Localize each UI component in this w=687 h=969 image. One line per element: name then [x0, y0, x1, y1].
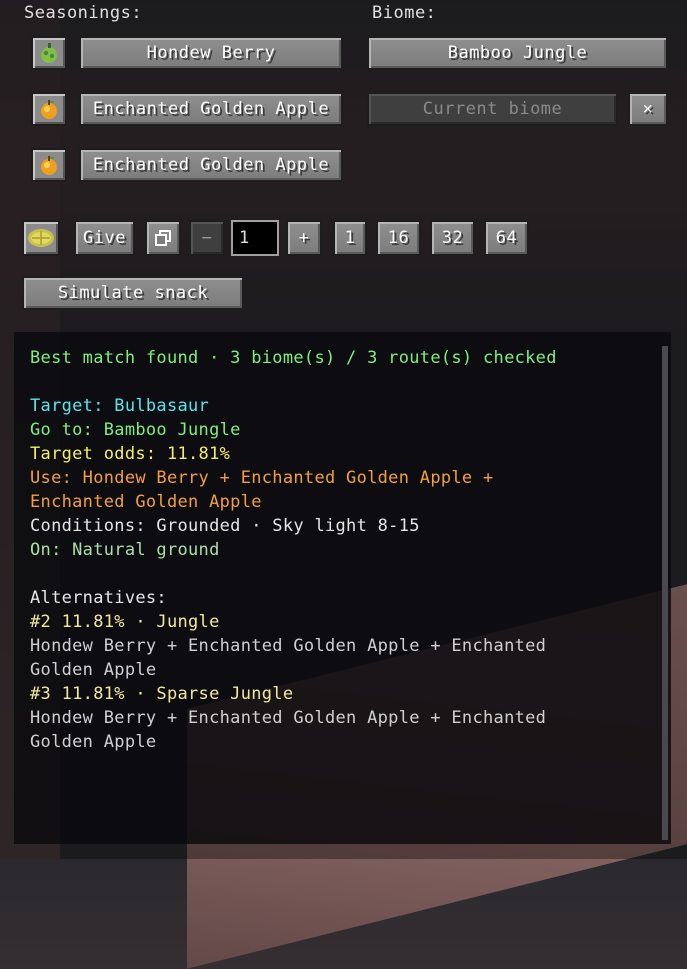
- seasoning-slot-3[interactable]: [31, 148, 67, 182]
- snack-slot[interactable]: [22, 220, 60, 256]
- alternative-header: #2 11.81% · Jungle: [30, 612, 220, 632]
- seasoning-slot-2[interactable]: [31, 92, 67, 126]
- result-target: Target: Bulbasaur: [30, 396, 210, 416]
- alternative-header: #3 11.81% · Sparse Jungle: [30, 684, 294, 704]
- result-odds: Target odds: 11.81%: [30, 444, 231, 464]
- alternatives-label: Alternatives:: [30, 588, 167, 608]
- preset-1-button[interactable]: 1: [333, 220, 367, 256]
- copy-button[interactable]: [145, 220, 181, 256]
- alternative-recipe-line: Golden Apple: [30, 732, 157, 752]
- quantity-input[interactable]: 1: [231, 220, 279, 256]
- biome-select-button[interactable]: Bamboo Jungle: [367, 36, 668, 70]
- give-button[interactable]: Give: [74, 220, 135, 256]
- preset-64-button[interactable]: 64: [484, 220, 529, 256]
- seasoning-slot-1[interactable]: [31, 36, 67, 70]
- seasoning-button-3[interactable]: Enchanted Golden Apple: [79, 148, 343, 182]
- copy-icon: [155, 230, 171, 246]
- biome-label: Biome:: [372, 3, 437, 23]
- result-use-line-1: Use: Hondew Berry + Enchanted Golden App…: [30, 468, 494, 488]
- seasonings-label: Seasonings:: [24, 3, 143, 23]
- result-goto: Go to: Bamboo Jungle: [30, 420, 241, 440]
- alternative-recipe-line: Hondew Berry + Enchanted Golden Apple + …: [30, 708, 547, 728]
- current-biome-button[interactable]: Current biome: [367, 92, 618, 126]
- seasoning-button-2[interactable]: Enchanted Golden Apple: [79, 92, 343, 126]
- golden-apple-icon: [41, 100, 57, 119]
- preset-16-button[interactable]: 16: [376, 220, 421, 256]
- result-use-line-2: Enchanted Golden Apple: [30, 492, 262, 512]
- simulate-snack-button[interactable]: Simulate snack: [22, 276, 244, 310]
- alternative-recipe-line: Hondew Berry + Enchanted Golden Apple + …: [30, 636, 547, 656]
- decrement-button[interactable]: −: [189, 220, 225, 256]
- results-scrollbar[interactable]: [662, 346, 668, 840]
- clear-biome-button[interactable]: ×: [628, 92, 668, 126]
- golden-apple-icon: [41, 156, 57, 175]
- alternative-recipe-line: Golden Apple: [30, 660, 157, 680]
- preset-32-button[interactable]: 32: [430, 220, 475, 256]
- increment-button[interactable]: +: [286, 220, 322, 256]
- seasoning-button-1[interactable]: Hondew Berry: [79, 36, 343, 70]
- result-conditions: Conditions: Grounded · Sky light 8-15: [30, 516, 420, 536]
- poke-snack-icon: [28, 229, 54, 247]
- result-ground: On: Natural ground: [30, 540, 220, 560]
- result-summary: Best match found · 3 biome(s) / 3 route(…: [30, 348, 557, 368]
- hondew-berry-icon: [41, 43, 57, 63]
